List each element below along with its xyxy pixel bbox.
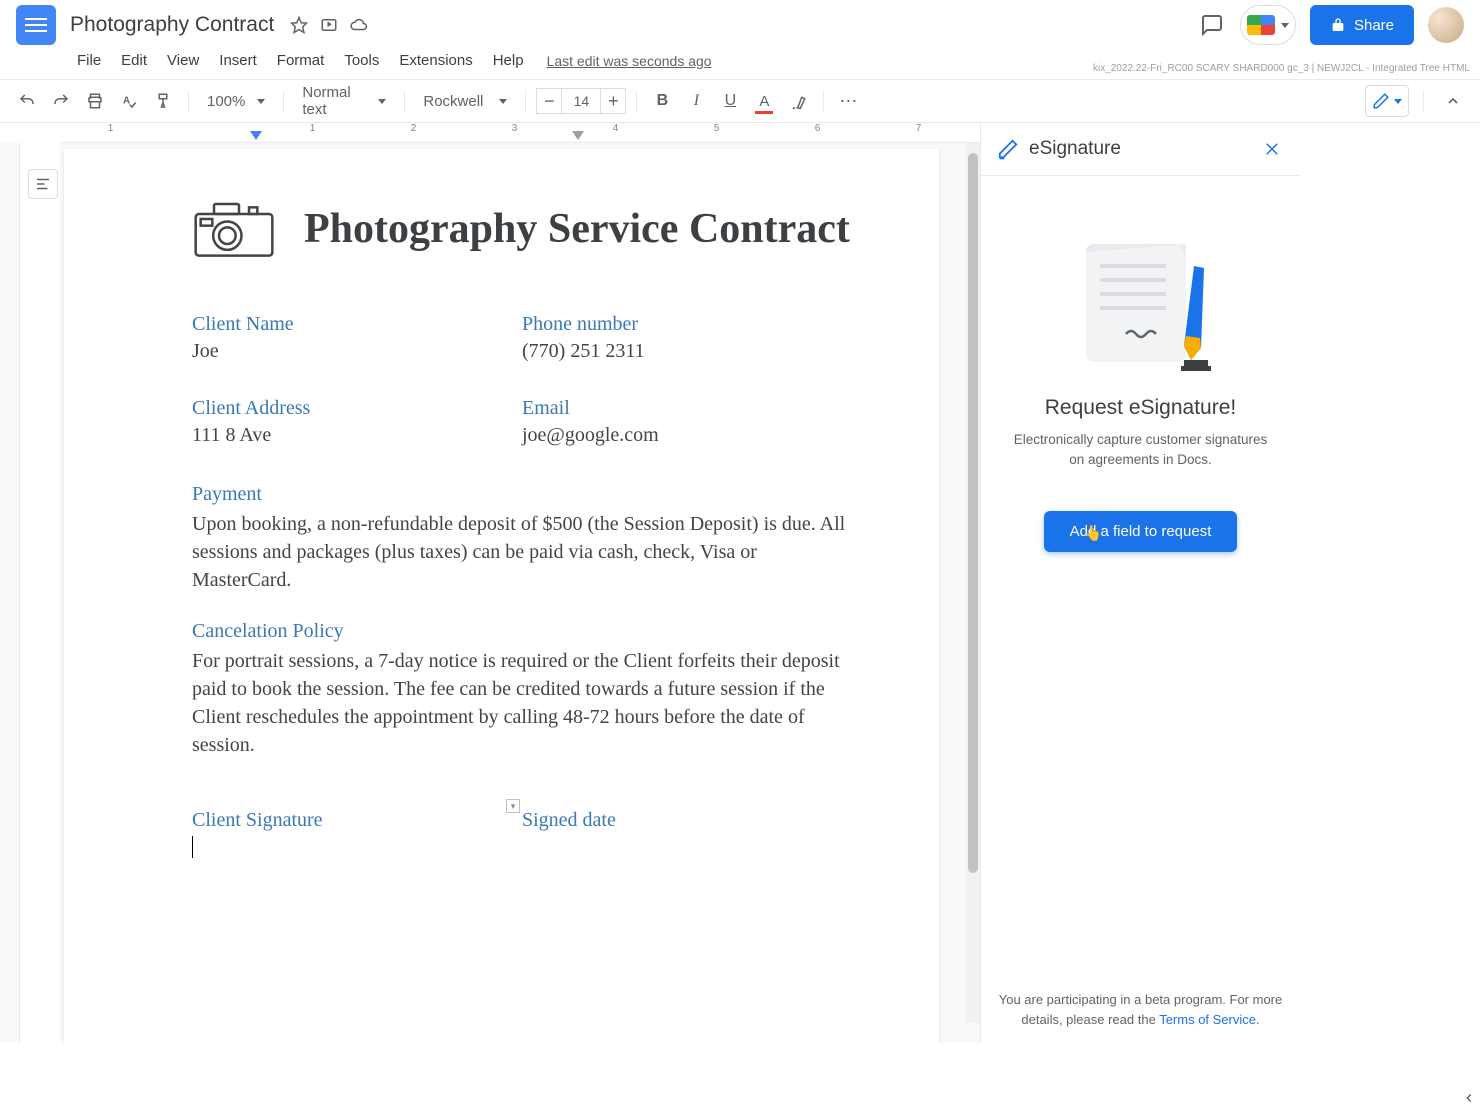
docs-logo-icon[interactable] xyxy=(16,5,56,45)
meet-button[interactable] xyxy=(1240,5,1296,45)
paragraph-style-select[interactable]: Normal text xyxy=(294,86,394,116)
menu-format[interactable]: Format xyxy=(268,48,334,73)
document-scrollbar[interactable] xyxy=(966,143,980,1023)
menu-extensions[interactable]: Extensions xyxy=(390,48,481,73)
section-title: Payment xyxy=(192,483,851,506)
field-address: Client Address 111 8 Ave xyxy=(192,397,522,447)
section-payment: Payment Upon booking, a non-refundable d… xyxy=(192,483,851,594)
menu-edit[interactable]: Edit xyxy=(112,48,156,73)
underline-button[interactable]: U xyxy=(715,86,745,116)
star-icon[interactable] xyxy=(288,14,310,36)
add-field-button[interactable]: 👆 Add a field to request xyxy=(1044,511,1238,552)
paint-format-button[interactable] xyxy=(148,86,178,116)
font-family-select[interactable]: Rockwell xyxy=(415,86,515,116)
document-page[interactable]: Photography Service Contract Client Name… xyxy=(64,149,939,1043)
field-label: Client Name xyxy=(192,313,522,336)
toolbar: A 100% Normal text Rockwell − 14 + B I U… xyxy=(0,79,1480,123)
field-client-name: Client Name Joe xyxy=(192,313,522,363)
menu-file[interactable]: File xyxy=(68,48,110,73)
indent-marker-left[interactable] xyxy=(250,131,262,140)
field-label: Email xyxy=(522,397,852,420)
panel-footer: You are participating in a beta program.… xyxy=(981,990,1300,1043)
text-cursor xyxy=(192,836,193,858)
document-title[interactable]: Photography Contract xyxy=(70,13,274,37)
esignature-illustration xyxy=(1066,236,1216,376)
highlight-button[interactable] xyxy=(783,86,813,116)
cloud-status-icon[interactable] xyxy=(348,14,370,36)
camera-icon xyxy=(192,199,276,259)
meet-icon xyxy=(1247,15,1275,35)
add-field-label: Add a field to request xyxy=(1070,523,1212,540)
field-email: Email joe@google.com xyxy=(522,397,852,447)
panel-close-button[interactable] xyxy=(1260,137,1284,161)
side-panel-collapse-button[interactable] xyxy=(1458,1083,1480,1113)
field-label: Client Signature xyxy=(192,809,522,832)
more-toolbar-button[interactable]: ⋯ xyxy=(834,86,864,116)
font-size-control: − 14 + xyxy=(536,88,626,114)
pencil-icon xyxy=(1372,92,1390,110)
menu-insert[interactable]: Insert xyxy=(210,48,266,73)
redo-button[interactable] xyxy=(46,86,76,116)
editing-mode-button[interactable] xyxy=(1365,85,1409,117)
esignature-icon xyxy=(997,138,1019,160)
undo-button[interactable] xyxy=(12,86,42,116)
lock-icon xyxy=(1330,17,1346,33)
field-label: Signed date xyxy=(522,809,852,832)
menu-tools[interactable]: Tools xyxy=(335,48,388,73)
menu-view[interactable]: View xyxy=(158,48,208,73)
field-label: Client Address xyxy=(192,397,522,420)
style-value: Normal text xyxy=(302,84,366,118)
text-color-button[interactable]: A xyxy=(749,86,779,116)
client-signature-field: Client Signature xyxy=(192,809,522,858)
font-size-increase[interactable]: + xyxy=(600,88,626,114)
spellcheck-button[interactable]: A xyxy=(114,86,144,116)
vertical-ruler[interactable] xyxy=(0,143,20,1043)
indent-marker-right[interactable] xyxy=(572,131,584,140)
signature-row: Client Signature Signed date ▾ xyxy=(192,809,851,858)
font-size-decrease[interactable]: − xyxy=(536,88,562,114)
scrollbar-thumb[interactable] xyxy=(968,153,978,873)
comment-history-icon[interactable] xyxy=(1198,11,1226,39)
document-outline-button[interactable] xyxy=(28,169,58,199)
zoom-select[interactable]: 100% xyxy=(199,86,273,116)
move-icon[interactable] xyxy=(318,14,340,36)
section-body: For portrait sessions, a 7-day notice is… xyxy=(192,647,851,759)
field-label: Phone number xyxy=(522,313,852,336)
panel-description: Electronically capture customer signatur… xyxy=(1005,430,1276,471)
font-size-value[interactable]: 14 xyxy=(562,88,600,114)
last-edit-link[interactable]: Last edit was seconds ago xyxy=(547,53,712,69)
font-value: Rockwell xyxy=(423,93,483,110)
menu-help[interactable]: Help xyxy=(484,48,533,73)
horizontal-ruler[interactable]: 11234567 xyxy=(60,123,980,143)
collapse-toolbar-button[interactable] xyxy=(1438,86,1468,116)
field-value: (770) 251 2311 xyxy=(522,340,852,363)
field-value: joe@google.com xyxy=(522,424,852,447)
bold-button[interactable]: B xyxy=(647,86,677,116)
document-canvas[interactable]: Photography Service Contract Client Name… xyxy=(60,143,980,1043)
esignature-panel: eSignature Request eSignature! Electroni… xyxy=(980,123,1300,1043)
section-title: Cancelation Policy xyxy=(192,620,851,643)
terms-link[interactable]: Terms of Service xyxy=(1159,1012,1256,1027)
section-cancelation: Cancelation Policy For portrait sessions… xyxy=(192,620,851,759)
signed-date-field: Signed date xyxy=(522,809,852,858)
panel-header: eSignature xyxy=(981,123,1300,176)
share-button[interactable]: Share xyxy=(1310,5,1414,45)
workspace: 11234567 Photography Service Contract xyxy=(0,123,1480,1043)
panel-title: eSignature xyxy=(1029,138,1250,160)
title-bar: Photography Contract Share xyxy=(0,0,1480,44)
svg-text:A: A xyxy=(123,95,130,106)
signature-chip-dropdown[interactable]: ▾ xyxy=(506,799,520,813)
field-value: Joe xyxy=(192,340,522,363)
zoom-value: 100% xyxy=(207,93,245,110)
field-phone: Phone number (770) 251 2311 xyxy=(522,313,852,363)
field-value: 111 8 Ave xyxy=(192,424,522,447)
print-button[interactable] xyxy=(80,86,110,116)
share-label: Share xyxy=(1354,17,1394,34)
section-body: Upon booking, a non-refundable deposit o… xyxy=(192,510,851,594)
panel-heading: Request eSignature! xyxy=(1045,396,1236,420)
italic-button[interactable]: I xyxy=(681,86,711,116)
document-heading: Photography Service Contract xyxy=(304,205,850,253)
user-avatar[interactable] xyxy=(1428,7,1464,43)
debug-string: kix_2022.22-Fri_RC00 SCARY SHARD000 gc_3… xyxy=(1093,63,1470,74)
